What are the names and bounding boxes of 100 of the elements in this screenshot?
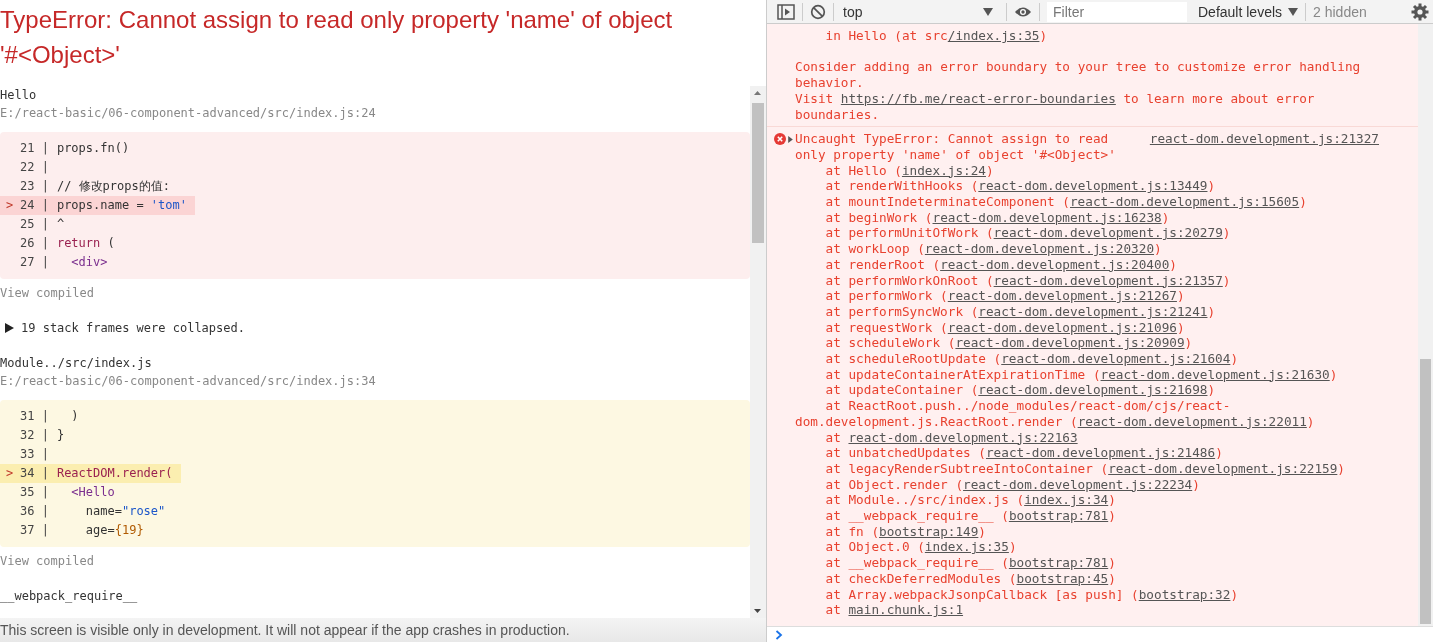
scrollbar[interactable] bbox=[750, 86, 766, 618]
line-number: 33 | bbox=[20, 447, 49, 461]
source-link[interactable]: react-dom.development.js:21486 bbox=[985, 445, 1216, 461]
filter-field[interactable]: Filter bbox=[1047, 1, 1187, 22]
source-link[interactable]: react-dom.development.js:21630 bbox=[1100, 366, 1330, 382]
stack-frame: at Object.0 (index.js:35) bbox=[795, 539, 1379, 556]
file-path: E:/react-basic/06-component-advanced/src/index.js:24 bbox=[0, 105, 377, 122]
source-link[interactable]: react-dom.development.js:20320 bbox=[924, 241, 1154, 257]
stack-frame: at Object.render (react-dom.development.js:22234) bbox=[795, 476, 1379, 493]
source-link[interactable]: main.chunk.js:1 bbox=[848, 602, 964, 618]
line-number: 26 | bbox=[20, 236, 49, 250]
source-link[interactable]: react-dom.development.js:22159 bbox=[1108, 460, 1338, 476]
clear-console-icon[interactable] bbox=[810, 3, 826, 20]
eye-icon[interactable] bbox=[1014, 5, 1032, 18]
scrollbar-thumb[interactable] bbox=[1420, 359, 1431, 624]
line-number: 34 | bbox=[20, 466, 49, 480]
source-link[interactable]: bootstrap:45 bbox=[1016, 570, 1109, 586]
source-link[interactable]: react-dom.development.js:15605 bbox=[1070, 194, 1300, 209]
source-link[interactable]: /index.js:35 bbox=[947, 28, 1040, 43]
source-link[interactable]: index.js:24 bbox=[901, 162, 986, 178]
source-link[interactable]: react-dom.development.js:20279 bbox=[993, 225, 1223, 241]
source-link[interactable]: index.js:35 bbox=[924, 539, 1009, 555]
scrollbar-thumb[interactable] bbox=[752, 103, 764, 243]
code-line: props.fn() bbox=[56, 141, 130, 155]
source-link[interactable]: bootstrap:781 bbox=[1008, 555, 1109, 571]
stack-frame: at Array.webpackJsonpCallback [as push] (bootstrap:32) bbox=[795, 586, 1379, 603]
log-levels-dropdown[interactable]: Default levels bbox=[1198, 3, 1299, 20]
sidebar-toggle-icon[interactable] bbox=[777, 3, 795, 20]
expand-triangle-icon[interactable] bbox=[4, 323, 14, 333]
settings-icon[interactable] bbox=[1411, 2, 1429, 21]
stack-frame: at scheduleRootUpdate (react-dom.development.js:21604) bbox=[795, 351, 1379, 367]
source-link[interactable]: react-dom.development.js:16238 bbox=[932, 209, 1162, 225]
expand-triangle-icon[interactable] bbox=[787, 135, 794, 145]
console-text: Visit https://fb.me/react-error-boundaries to learn more about error boundaries. bbox=[795, 90, 1316, 123]
context-dropdown[interactable]: top bbox=[841, 3, 999, 20]
source-link[interactable]: react-dom.development.js:21096 bbox=[947, 319, 1177, 335]
stack-frame: at workLoop (react-dom.development.js:20320) bbox=[795, 241, 1379, 257]
error-title: TypeError: Cannot assign to read only property 'name' of object '#<Object>' bbox=[0, 5, 674, 70]
code-line: return ( bbox=[56, 236, 115, 250]
stack-frame: at scheduleWork (react-dom.development.js:20909) bbox=[795, 335, 1379, 352]
source-link[interactable]: react-dom.development.js:21357 bbox=[993, 272, 1223, 288]
stack-frame: at performWorkOnRoot (react-dom.development.js:21357) bbox=[795, 272, 1379, 289]
stack-frame: in Hello (at src/index.js:35) bbox=[795, 28, 1379, 44]
stack-frame: at __webpack_require__ (bootstrap:781) bbox=[795, 508, 1379, 524]
source-link[interactable]: react-dom.development.js:22234 bbox=[963, 476, 1193, 492]
stack-frame: at checkDeferredModules (bootstrap:45) bbox=[795, 570, 1379, 587]
source-link[interactable]: react-dom.development.js:21604 bbox=[1001, 351, 1231, 367]
source-link[interactable]: react-dom.development.js:21241 bbox=[978, 303, 1208, 319]
code-line: ) bbox=[70, 409, 79, 423]
source-link[interactable]: react-dom.development.js:21327 bbox=[1149, 131, 1379, 147]
hidden-count: 2 hidden bbox=[1313, 3, 1367, 20]
view-compiled-link[interactable]: View compiled bbox=[0, 284, 750, 302]
code-line: name="rose" bbox=[84, 504, 166, 518]
code-line: ReactDOM.render( bbox=[56, 466, 173, 480]
footer-note: This screen is visible only in development. It will not appear if the app crashes in production. bbox=[0, 618, 766, 642]
line-number: 36 | bbox=[20, 504, 49, 518]
line-number: 31 | bbox=[20, 409, 49, 423]
stack-frame: at renderWithHooks (react-dom.development.js:13449) bbox=[795, 178, 1379, 194]
stack-frame: at beginWork (react-dom.development.js:16238) bbox=[795, 209, 1379, 226]
stack-frame: at react-dom.development.js:22163 bbox=[795, 429, 1379, 446]
code-line: } bbox=[56, 428, 65, 442]
line-number: 35 | bbox=[20, 485, 49, 499]
source-link[interactable]: bootstrap:781 bbox=[1008, 508, 1109, 524]
stack-frame: at ReactRoot.push../node_modules/react-dom/cjs/react-dom.development.js.ReactRoot.render (react-dom.development.js:22011) bbox=[795, 398, 1379, 430]
stack-frame: at renderRoot (react-dom.development.js:20400) bbox=[795, 256, 1379, 273]
source-link[interactable]: bootstrap:149 bbox=[879, 523, 979, 539]
line-number: 27 | bbox=[20, 255, 49, 269]
view-compiled-link[interactable]: View compiled bbox=[0, 552, 750, 570]
stack-frame: at unbatchedUpdates (react-dom.development.js:21486) bbox=[795, 445, 1379, 461]
line-number: 22 | bbox=[20, 160, 49, 174]
line-number: 24 | bbox=[20, 198, 49, 212]
stack-frame: at legacyRenderSubtreeIntoContainer (react-dom.development.js:22159) bbox=[795, 460, 1379, 477]
function-name: Hello bbox=[0, 87, 38, 104]
line-number: 21 | bbox=[20, 141, 49, 155]
source-link[interactable]: react-dom.development.js:20909 bbox=[955, 335, 1185, 351]
stack-frame: at updateContainer (react-dom.development.js:21698) bbox=[795, 382, 1379, 399]
source-link[interactable]: react-dom.development.js:20400 bbox=[940, 256, 1170, 272]
code-line: <Hello bbox=[70, 485, 115, 499]
stack-frame: at performWork (react-dom.development.js:21267) bbox=[795, 288, 1379, 304]
stack-frame: at requestWork (react-dom.development.js:21096) bbox=[795, 319, 1379, 336]
source-link[interactable]: react-dom.development.js:21698 bbox=[978, 382, 1208, 398]
file-path: E:/react-basic/06-component-advanced/src/index.js:34 bbox=[0, 373, 377, 390]
line-number: 32 | bbox=[20, 428, 49, 442]
function-name: Module../src/index.js bbox=[0, 355, 153, 372]
source-link[interactable]: react-dom.development.js:22011 bbox=[1077, 413, 1307, 429]
source-link[interactable]: react-dom.development.js:21267 bbox=[947, 288, 1177, 304]
source-link[interactable]: index.js:34 bbox=[1024, 492, 1109, 508]
stack-frame: at fn (bootstrap:149) bbox=[795, 523, 1379, 540]
docs-link[interactable]: https://fb.me/react-error-boundaries bbox=[840, 90, 1116, 106]
collapsed-frames-toggle[interactable]: 19 stack frames were collapsed. bbox=[21, 319, 245, 337]
line-number: 25 | bbox=[20, 217, 49, 231]
code-line: // 修改props的值: bbox=[56, 179, 170, 193]
stack-frame: at mountIndeterminateComponent (react-dom.development.js:15605) bbox=[795, 194, 1379, 210]
source-link[interactable]: bootstrap:32 bbox=[1138, 586, 1231, 602]
line-number: 37 | bbox=[20, 523, 49, 537]
prompt-chevron-icon[interactable] bbox=[775, 629, 783, 640]
source-link[interactable]: react-dom.development.js:13449 bbox=[978, 178, 1208, 194]
stack-frame: at performUnitOfWork (react-dom.development.js:20279) bbox=[795, 225, 1379, 242]
source-link[interactable]: react-dom.development.js:22163 bbox=[848, 429, 1078, 445]
scrollbar[interactable] bbox=[1418, 24, 1433, 626]
